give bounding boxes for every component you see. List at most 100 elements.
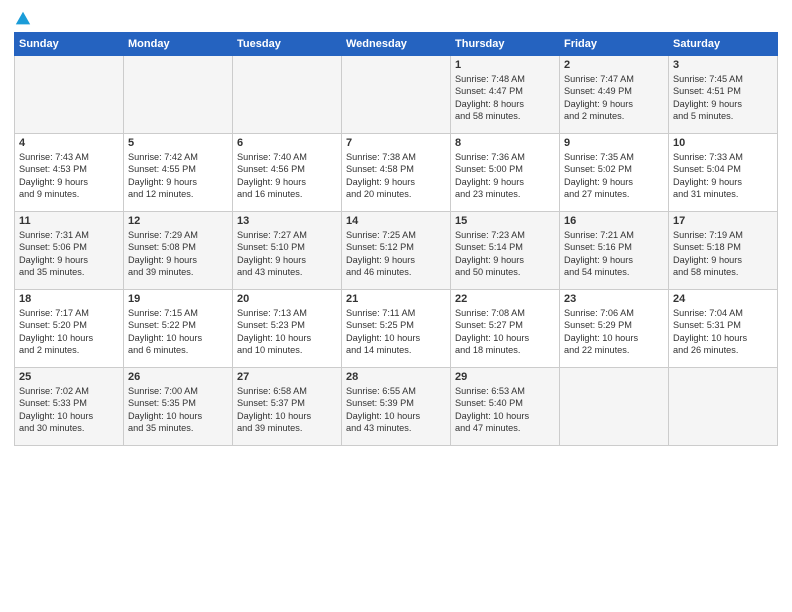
calendar-cell: 24 Sunrise: 7:04 AM Sunset: 5:31 PM Dayli…: [669, 290, 778, 368]
day-number: 11: [19, 215, 119, 227]
calendar-cell: 19 Sunrise: 7:15 AM Sunset: 5:22 PM Dayli…: [124, 290, 233, 368]
day-info: Sunrise: 7:19 AM Sunset: 5:18 PM Dayligh…: [673, 229, 773, 279]
calendar-cell: 23Sunrise: 7:06 AM Sunset: 5:29 PM Dayli…: [560, 290, 669, 368]
logo-icon: [14, 10, 32, 28]
calendar-cell: 14 Sunrise: 7:25 AM Sunset: 5:12 PM Dayli…: [342, 212, 451, 290]
day-info: Sunrise: 7:43 AM Sunset: 4:53 PM Dayligh…: [19, 151, 119, 201]
day-number: 18: [19, 293, 119, 305]
calendar-cell: [15, 56, 124, 134]
calendar-cell: 2Sunrise: 7:47 AM Sunset: 4:49 PM Daylig…: [560, 56, 669, 134]
calendar-cell: [342, 56, 451, 134]
day-info: Sunrise: 7:06 AM Sunset: 5:29 PM Dayligh…: [564, 307, 664, 357]
col-header-thursday: Thursday: [451, 33, 560, 56]
day-number: 3: [673, 59, 773, 71]
day-number: 28: [346, 371, 446, 383]
day-info: Sunrise: 7:21 AM Sunset: 5:16 PM Dayligh…: [564, 229, 664, 279]
day-number: 5: [128, 137, 228, 149]
col-header-wednesday: Wednesday: [342, 33, 451, 56]
calendar-cell: 1 Sunrise: 7:48 AM Sunset: 4:47 PM Daylig…: [451, 56, 560, 134]
day-number: 29: [455, 371, 555, 383]
day-info: Sunrise: 6:55 AM Sunset: 5:39 PM Dayligh…: [346, 385, 446, 435]
calendar-cell: 28 Sunrise: 6:55 AM Sunset: 5:39 PM Dayli…: [342, 368, 451, 446]
calendar-cell: 11Sunrise: 7:31 AM Sunset: 5:06 PM Dayli…: [15, 212, 124, 290]
calendar-cell: 6 Sunrise: 7:40 AM Sunset: 4:56 PM Daylig…: [233, 134, 342, 212]
day-info: Sunrise: 7:29 AM Sunset: 5:08 PM Dayligh…: [128, 229, 228, 279]
col-header-friday: Friday: [560, 33, 669, 56]
calendar-cell: 27Sunrise: 6:58 AM Sunset: 5:37 PM Dayli…: [233, 368, 342, 446]
calendar-cell: 25 Sunrise: 7:02 AM Sunset: 5:33 PM Dayli…: [15, 368, 124, 446]
day-number: 8: [455, 137, 555, 149]
col-header-tuesday: Tuesday: [233, 33, 342, 56]
day-number: 7: [346, 137, 446, 149]
day-number: 2: [564, 59, 664, 71]
day-info: Sunrise: 7:45 AM Sunset: 4:51 PM Dayligh…: [673, 73, 773, 123]
col-header-sunday: Sunday: [15, 33, 124, 56]
calendar-header-row: SundayMondayTuesdayWednesdayThursdayFrid…: [15, 33, 778, 56]
day-info: Sunrise: 7:42 AM Sunset: 4:55 PM Dayligh…: [128, 151, 228, 201]
day-info: Sunrise: 7:00 AM Sunset: 5:35 PM Dayligh…: [128, 385, 228, 435]
day-number: 12: [128, 215, 228, 227]
calendar-cell: 16Sunrise: 7:21 AM Sunset: 5:16 PM Dayli…: [560, 212, 669, 290]
day-info: Sunrise: 6:53 AM Sunset: 5:40 PM Dayligh…: [455, 385, 555, 435]
day-info: Sunrise: 7:33 AM Sunset: 5:04 PM Dayligh…: [673, 151, 773, 201]
day-number: 22: [455, 293, 555, 305]
week-row-1: 1 Sunrise: 7:48 AM Sunset: 4:47 PM Daylig…: [15, 56, 778, 134]
day-info: Sunrise: 7:38 AM Sunset: 4:58 PM Dayligh…: [346, 151, 446, 201]
calendar-cell: 13 Sunrise: 7:27 AM Sunset: 5:10 PM Dayli…: [233, 212, 342, 290]
calendar-cell: [233, 56, 342, 134]
calendar-cell: 3 Sunrise: 7:45 AM Sunset: 4:51 PM Daylig…: [669, 56, 778, 134]
day-number: 27: [237, 371, 337, 383]
day-number: 14: [346, 215, 446, 227]
day-info: Sunrise: 7:02 AM Sunset: 5:33 PM Dayligh…: [19, 385, 119, 435]
day-number: 19: [128, 293, 228, 305]
day-number: 21: [346, 293, 446, 305]
day-number: 24: [673, 293, 773, 305]
day-number: 10: [673, 137, 773, 149]
day-number: 26: [128, 371, 228, 383]
day-number: 15: [455, 215, 555, 227]
calendar-cell: 29 Sunrise: 6:53 AM Sunset: 5:40 PM Dayli…: [451, 368, 560, 446]
calendar-cell: 7 Sunrise: 7:38 AM Sunset: 4:58 PM Daylig…: [342, 134, 451, 212]
header: [14, 10, 778, 28]
day-info: Sunrise: 7:23 AM Sunset: 5:14 PM Dayligh…: [455, 229, 555, 279]
day-number: 4: [19, 137, 119, 149]
calendar-table: SundayMondayTuesdayWednesdayThursdayFrid…: [14, 32, 778, 446]
week-row-3: 11Sunrise: 7:31 AM Sunset: 5:06 PM Dayli…: [15, 212, 778, 290]
day-number: 6: [237, 137, 337, 149]
calendar-cell: 26 Sunrise: 7:00 AM Sunset: 5:35 PM Dayli…: [124, 368, 233, 446]
day-info: Sunrise: 7:40 AM Sunset: 4:56 PM Dayligh…: [237, 151, 337, 201]
calendar-cell: 20Sunrise: 7:13 AM Sunset: 5:23 PM Dayli…: [233, 290, 342, 368]
week-row-4: 18 Sunrise: 7:17 AM Sunset: 5:20 PM Dayli…: [15, 290, 778, 368]
col-header-saturday: Saturday: [669, 33, 778, 56]
calendar-cell: [669, 368, 778, 446]
day-number: 25: [19, 371, 119, 383]
calendar-cell: 21Sunrise: 7:11 AM Sunset: 5:25 PM Dayli…: [342, 290, 451, 368]
calendar-cell: [124, 56, 233, 134]
calendar-cell: 4 Sunrise: 7:43 AM Sunset: 4:53 PM Daylig…: [15, 134, 124, 212]
day-info: Sunrise: 7:27 AM Sunset: 5:10 PM Dayligh…: [237, 229, 337, 279]
week-row-2: 4 Sunrise: 7:43 AM Sunset: 4:53 PM Daylig…: [15, 134, 778, 212]
calendar-cell: 9 Sunrise: 7:35 AM Sunset: 5:02 PM Daylig…: [560, 134, 669, 212]
day-number: 1: [455, 59, 555, 71]
calendar-cell: 22 Sunrise: 7:08 AM Sunset: 5:27 PM Dayli…: [451, 290, 560, 368]
day-info: Sunrise: 7:25 AM Sunset: 5:12 PM Dayligh…: [346, 229, 446, 279]
day-info: Sunrise: 7:04 AM Sunset: 5:31 PM Dayligh…: [673, 307, 773, 357]
calendar-cell: 10 Sunrise: 7:33 AM Sunset: 5:04 PM Dayli…: [669, 134, 778, 212]
calendar-cell: 18 Sunrise: 7:17 AM Sunset: 5:20 PM Dayli…: [15, 290, 124, 368]
day-number: 17: [673, 215, 773, 227]
logo: [14, 10, 36, 28]
day-info: Sunrise: 7:08 AM Sunset: 5:27 PM Dayligh…: [455, 307, 555, 357]
calendar-cell: 15 Sunrise: 7:23 AM Sunset: 5:14 PM Dayli…: [451, 212, 560, 290]
day-number: 20: [237, 293, 337, 305]
day-info: Sunrise: 7:48 AM Sunset: 4:47 PM Dayligh…: [455, 73, 555, 123]
day-info: Sunrise: 7:15 AM Sunset: 5:22 PM Dayligh…: [128, 307, 228, 357]
calendar-cell: [560, 368, 669, 446]
page-container: SundayMondayTuesdayWednesdayThursdayFrid…: [0, 0, 792, 452]
day-number: 13: [237, 215, 337, 227]
col-header-monday: Monday: [124, 33, 233, 56]
calendar-cell: 5 Sunrise: 7:42 AM Sunset: 4:55 PM Daylig…: [124, 134, 233, 212]
day-number: 9: [564, 137, 664, 149]
week-row-5: 25 Sunrise: 7:02 AM Sunset: 5:33 PM Dayli…: [15, 368, 778, 446]
day-info: Sunrise: 7:35 AM Sunset: 5:02 PM Dayligh…: [564, 151, 664, 201]
day-info: Sunrise: 7:17 AM Sunset: 5:20 PM Dayligh…: [19, 307, 119, 357]
